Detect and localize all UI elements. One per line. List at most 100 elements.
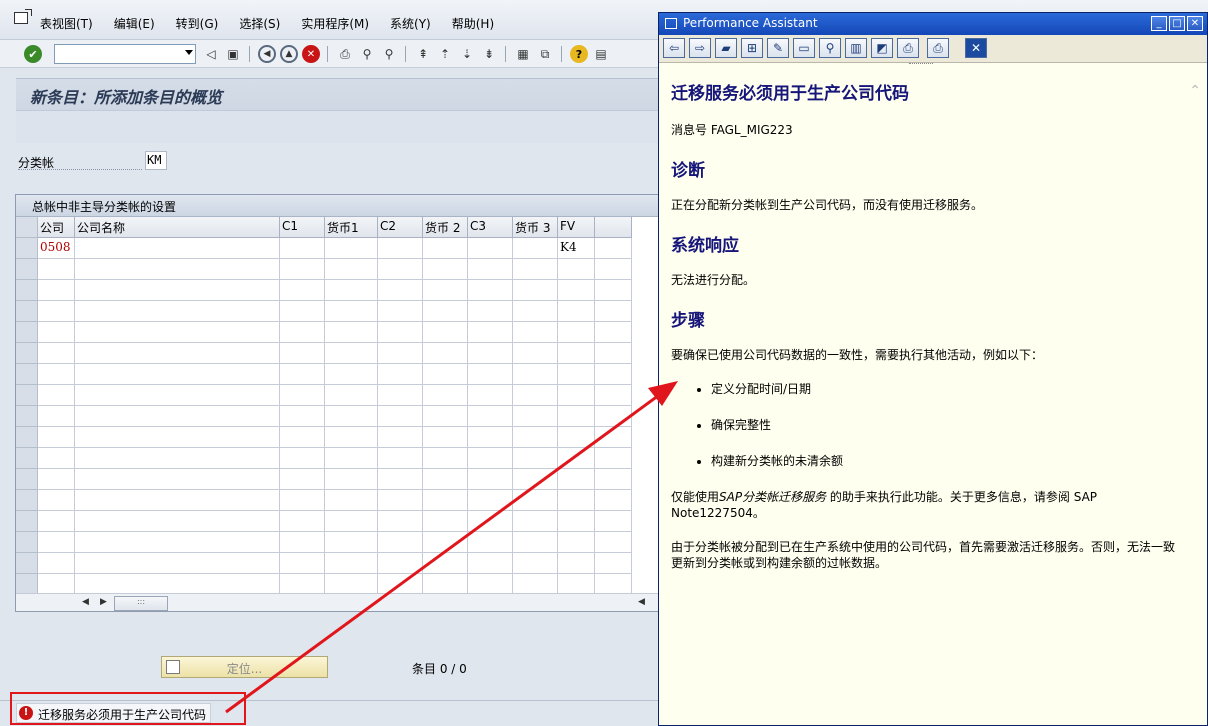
menu-system[interactable]: 系统(Y)	[390, 15, 431, 32]
table-cell[interactable]	[468, 301, 513, 322]
table-cell[interactable]	[280, 574, 325, 595]
menu-help[interactable]: 帮助(H)	[452, 15, 494, 32]
table-cell[interactable]	[280, 343, 325, 364]
table-cell[interactable]	[513, 406, 558, 427]
row-selector[interactable]	[16, 427, 38, 448]
column-header[interactable]: C2	[378, 217, 423, 238]
minimize-icon[interactable]: _	[1151, 16, 1167, 31]
table-cell[interactable]	[468, 469, 513, 490]
table-cell[interactable]	[558, 469, 595, 490]
table-cell[interactable]	[468, 259, 513, 280]
horizontal-scrollbar[interactable]: ◀ ▶ ::: ◀	[16, 593, 659, 611]
row-selector[interactable]	[16, 553, 38, 574]
row-selector[interactable]	[16, 469, 38, 490]
table-cell[interactable]	[325, 448, 378, 469]
find-icon[interactable]: ⚲	[358, 45, 376, 63]
column-header[interactable]: C1	[280, 217, 325, 238]
row-selector[interactable]	[16, 364, 38, 385]
table-cell[interactable]	[75, 490, 280, 511]
table-cell[interactable]	[378, 364, 423, 385]
row-selector[interactable]	[16, 490, 38, 511]
row-selector[interactable]	[16, 385, 38, 406]
table-cell[interactable]	[280, 427, 325, 448]
command-field[interactable]	[54, 44, 196, 64]
column-header[interactable]: 公司名称	[75, 217, 280, 238]
table-cell[interactable]	[38, 469, 75, 490]
table-cell[interactable]	[38, 343, 75, 364]
column-header[interactable]: FV	[558, 217, 595, 238]
table-cell[interactable]	[378, 532, 423, 553]
enter-icon[interactable]: ✔	[24, 45, 42, 63]
menu-edit[interactable]: 编辑(E)	[114, 15, 155, 32]
table-cell[interactable]	[558, 532, 595, 553]
maximize-icon[interactable]: □	[1169, 16, 1185, 31]
help-icon[interactable]: ?	[570, 45, 588, 63]
table-cell[interactable]	[325, 343, 378, 364]
table-cell[interactable]	[513, 553, 558, 574]
table-cell[interactable]	[280, 532, 325, 553]
row-selector[interactable]	[16, 343, 38, 364]
table-cell[interactable]	[38, 280, 75, 301]
table-cell[interactable]	[468, 406, 513, 427]
first-page-icon[interactable]: ⇞	[414, 45, 432, 63]
table-cell[interactable]	[468, 490, 513, 511]
table-cell[interactable]	[325, 238, 378, 259]
book-icon[interactable]: ▰	[715, 38, 737, 58]
table-cell[interactable]	[75, 385, 280, 406]
table-cell[interactable]	[75, 238, 280, 259]
collapse-icon[interactable]: ◁	[202, 45, 220, 63]
table-cell[interactable]	[378, 280, 423, 301]
table-cell[interactable]	[280, 259, 325, 280]
exit-icon[interactable]: ▲	[280, 45, 298, 63]
table-cell[interactable]	[423, 511, 468, 532]
table-cell[interactable]	[325, 364, 378, 385]
table-cell[interactable]	[423, 364, 468, 385]
table-cell[interactable]	[558, 406, 595, 427]
table-cell[interactable]	[378, 406, 423, 427]
migration-service-link[interactable]: SAP分类帐迁移服务	[719, 490, 826, 504]
table-cell[interactable]	[378, 322, 423, 343]
scroll-right-icon[interactable]: ▶	[100, 597, 107, 607]
table-cell[interactable]	[513, 301, 558, 322]
table-cell[interactable]	[378, 574, 423, 595]
table-cell[interactable]	[513, 343, 558, 364]
table-cell[interactable]	[75, 511, 280, 532]
table-cell[interactable]	[325, 259, 378, 280]
table-cell[interactable]	[38, 322, 75, 343]
table-cell[interactable]	[558, 364, 595, 385]
table-cell[interactable]	[423, 574, 468, 595]
table-cell[interactable]	[325, 469, 378, 490]
scroll-thumb[interactable]: :::	[114, 596, 168, 611]
table-cell[interactable]	[38, 385, 75, 406]
table-cell[interactable]	[558, 385, 595, 406]
table-cell[interactable]	[325, 553, 378, 574]
table-cell[interactable]	[378, 385, 423, 406]
table-cell[interactable]	[325, 574, 378, 595]
last-page-icon[interactable]: ⇟	[480, 45, 498, 63]
print-icon[interactable]: ⎙	[336, 45, 354, 63]
system-menu-icon[interactable]	[14, 9, 32, 24]
table-cell[interactable]	[280, 490, 325, 511]
table-cell[interactable]	[378, 448, 423, 469]
table-cell[interactable]	[423, 385, 468, 406]
table-cell[interactable]	[378, 490, 423, 511]
table-cell[interactable]	[280, 406, 325, 427]
table-cell[interactable]	[558, 448, 595, 469]
table-cell[interactable]	[513, 385, 558, 406]
table-cell[interactable]	[75, 322, 280, 343]
close-assistant-icon[interactable]: ✕	[965, 38, 987, 58]
table-cell[interactable]	[513, 259, 558, 280]
table-cell[interactable]	[38, 364, 75, 385]
table-cell[interactable]	[280, 364, 325, 385]
table-cell[interactable]	[75, 574, 280, 595]
table-cell[interactable]	[378, 259, 423, 280]
table-cell[interactable]	[378, 553, 423, 574]
print-preview-icon[interactable]: ⎙	[897, 38, 919, 58]
table-cell[interactable]	[558, 259, 595, 280]
table-cell[interactable]	[38, 301, 75, 322]
chevron-down-icon[interactable]	[185, 50, 193, 55]
table-cell[interactable]	[38, 532, 75, 553]
notes-icon[interactable]: ▭	[793, 38, 815, 58]
table-cell[interactable]	[513, 511, 558, 532]
row-selector[interactable]	[16, 301, 38, 322]
